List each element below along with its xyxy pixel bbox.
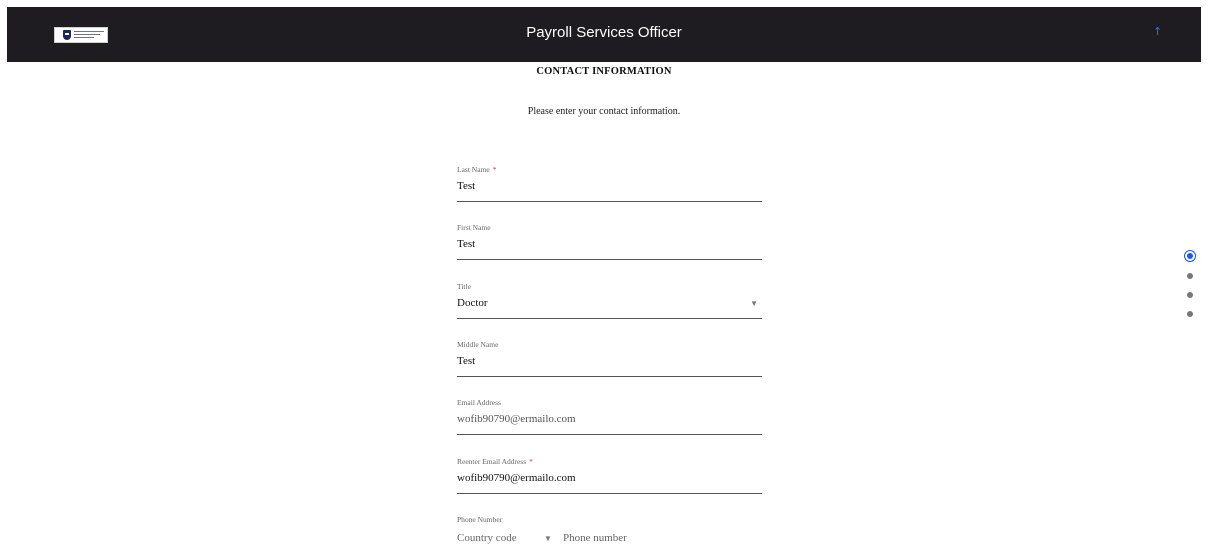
section-title: CONTACT INFORMATION [536,66,672,77]
middle-name-label: Middle Name [457,340,499,349]
country-code-select[interactable]: Country code [457,532,517,544]
app-header: Payroll Services Officer ↑ [7,7,1201,62]
first-name-label: First Name [457,223,491,232]
page-dot-2[interactable] [1187,273,1193,279]
phone-number-field: Phone Number Country code ▼ Phone number [457,515,762,551]
last-name-field[interactable]: Last Name * Test [457,165,762,202]
required-mark: * [529,457,533,466]
email-field[interactable]: Email Address wofib90790@ermailo.com [457,398,762,435]
last-name-value[interactable]: Test [457,180,475,192]
email-value[interactable]: wofib90790@ermailo.com [457,413,576,425]
phone-number-input[interactable]: Phone number [563,532,627,544]
page-dot-3[interactable] [1187,292,1193,298]
arrow-up-icon[interactable]: ↑ [1153,25,1162,38]
page-indicator [1184,250,1196,330]
email-label: Email Address [457,398,501,407]
page-title: Payroll Services Officer [526,24,682,41]
reenter-email-value[interactable]: wofib90790@ermailo.com [457,472,576,484]
page-dot-1[interactable] [1187,253,1193,259]
chevron-down-icon[interactable]: ▼ [750,299,758,308]
middle-name-value[interactable]: Test [457,355,475,367]
first-name-value[interactable]: Test [457,238,475,250]
phone-number-label: Phone Number [457,515,503,524]
last-name-label: Last Name * [457,165,497,174]
reenter-email-label: Reenter Email Address * [457,457,533,466]
title-value[interactable]: Doctor [457,297,488,309]
page-dot-4[interactable] [1187,311,1193,317]
title-label: Title [457,282,471,291]
section-description: Please enter your contact information. [527,106,681,117]
reenter-email-field[interactable]: Reenter Email Address * wofib90790@ermail… [457,457,762,494]
first-name-field[interactable]: First Name Test [457,223,762,260]
chevron-down-icon[interactable]: ▼ [544,534,552,543]
title-select[interactable]: Title Doctor ▼ [457,282,762,319]
required-mark: * [492,165,497,174]
middle-name-field[interactable]: Middle Name Test [457,340,762,377]
